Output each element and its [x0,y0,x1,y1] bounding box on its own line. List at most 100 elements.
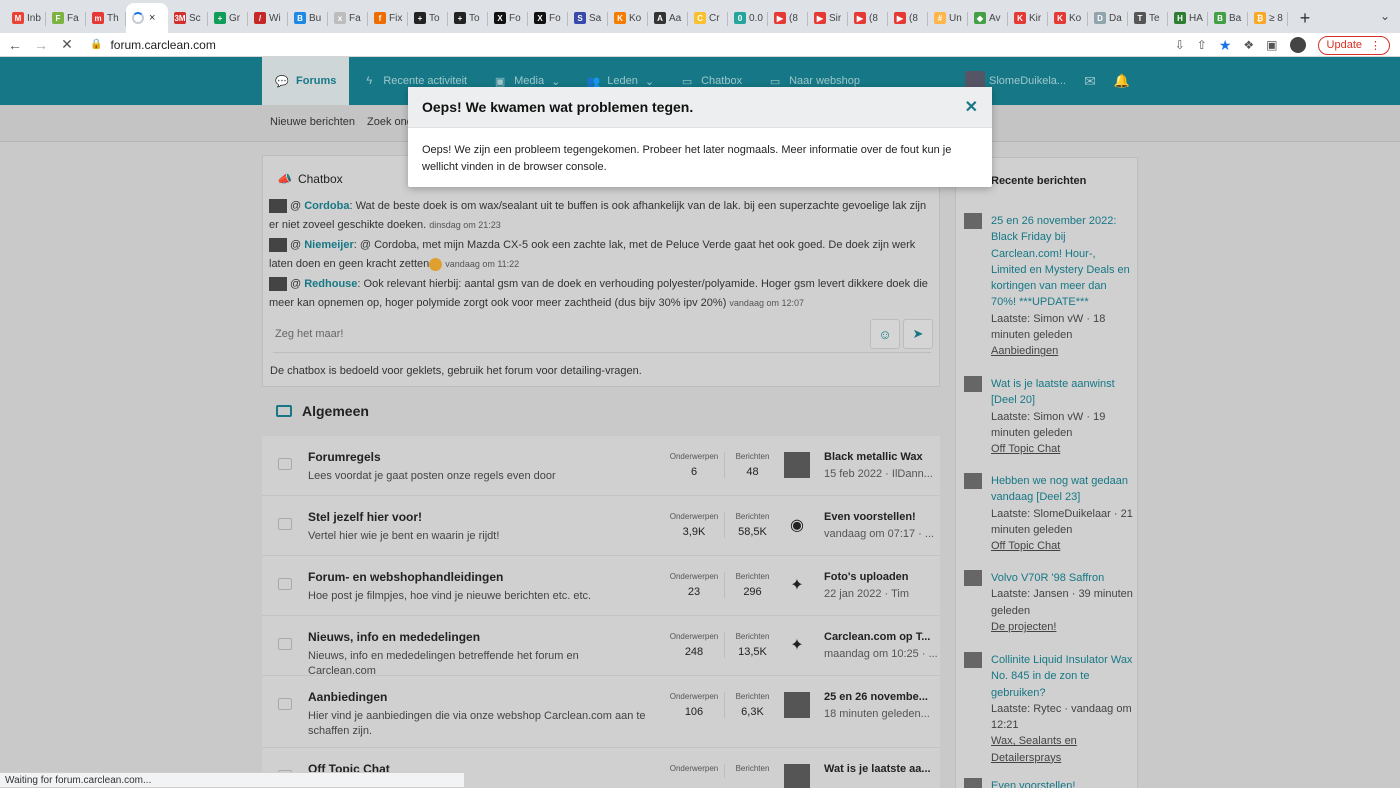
browser-tab[interactable]: M Inb [6,3,46,33]
forum-row[interactable]: Nieuws, info en mededelingen Nieuws, info… [262,616,940,677]
last-post-avatar[interactable] [784,764,810,788]
browser-tab[interactable]: ▶ (8 [848,3,888,33]
chat-username[interactable]: Niemeijer [304,239,354,251]
last-post-avatar[interactable] [784,692,810,718]
last-post-title[interactable]: Even voorstellen! [824,511,916,523]
recent-post-title[interactable]: Volvo V70R '98 Saffron [991,570,1134,586]
browser-tab[interactable]: B Bu [288,3,328,33]
recent-post-title[interactable]: Even voorstellen! [991,778,1134,788]
send-button[interactable]: ➤ [903,319,933,349]
recent-post-forum-link[interactable]: Off Topic Chat [991,538,1134,554]
recent-post-forum-link[interactable]: Aanbiedingen [991,343,1134,359]
address-bar[interactable]: 🔒 forum.carclean.com [90,34,1250,56]
chat-username[interactable]: Cordoba [304,200,349,212]
forum-row[interactable]: Forum- en webshophandleidingen Hoe post j… [262,556,940,616]
nav-forums[interactable]: 💬 Forums [262,57,350,105]
last-post-title[interactable]: Carclean.com op T... [824,631,930,643]
sidepanel-icon[interactable]: ▣ [1266,38,1277,52]
user-avatar[interactable] [964,778,982,788]
browser-tab[interactable]: K Ko [608,3,648,33]
browser-tab[interactable]: ▶ (8 [768,3,808,33]
extensions-icon[interactable]: ❖ [1243,38,1254,52]
forum-title[interactable]: Forum- en webshophandleidingen [308,570,503,584]
favicon-icon: A [654,12,666,24]
browser-tab[interactable]: + To [448,3,488,33]
user-avatar[interactable] [964,652,982,668]
chat-input[interactable]: Zeg het maar! ☺ ➤ [273,319,933,353]
browser-tab[interactable]: K Ko [1048,3,1088,33]
profile-avatar[interactable] [1289,37,1306,53]
user-avatar[interactable] [964,570,982,586]
bookmark-star-icon[interactable]: ★ [1219,37,1232,54]
browser-tab[interactable]: / Wi [248,3,288,33]
emoji-button[interactable]: ☺ [870,319,900,349]
bell-icon[interactable]: 🔔 [1114,73,1130,89]
recent-post-forum-link[interactable]: De projecten! [991,619,1134,635]
browser-tab[interactable]: X Fo [488,3,528,33]
browser-tab[interactable]: A Aa [648,3,688,33]
forum-title[interactable]: Aanbiedingen [308,690,387,704]
recent-post-title[interactable]: 25 en 26 november 2022: Black Friday bij… [991,213,1134,311]
forum-row[interactable]: Forumregels Lees voordat je gaat posten o… [262,436,940,496]
browser-tab[interactable]: X Fo [528,3,568,33]
favicon-icon: m [92,12,104,24]
browser-tab[interactable]: ◆ Av [968,3,1008,33]
browser-tab[interactable]: # Un [928,3,968,33]
back-button[interactable]: ← [4,34,26,56]
browser-tab[interactable]: C Cr [688,3,728,33]
share-icon[interactable]: ⇧ [1197,38,1207,52]
browser-tab[interactable]: 0 0.0 [728,3,768,33]
last-post-title[interactable]: 25 en 26 novembe... [824,691,928,703]
browser-tab[interactable]: × [126,3,168,33]
browser-tab[interactable]: F Fa [46,3,86,33]
recent-post-title[interactable]: Hebben we nog wat gedaan vandaag [Deel 2… [991,473,1134,506]
user-avatar[interactable] [964,473,982,489]
tab-search-icon[interactable]: ⌄ [1380,9,1390,23]
last-post-avatar[interactable]: ◉ [784,512,810,538]
browser-tab[interactable]: H HA [1168,3,1208,33]
last-post-title[interactable]: Black metallic Wax [824,451,923,463]
recent-post-forum-link[interactable]: Off Topic Chat [991,441,1134,457]
browser-tab[interactable]: + Gr [208,3,248,33]
browser-tab[interactable]: m Th [86,3,126,33]
user-avatar[interactable] [964,213,982,229]
browser-tab[interactable]: ▶ Sir [808,3,848,33]
close-icon[interactable]: ✕ [965,97,978,117]
last-post-title[interactable]: Wat is je laatste aa... [824,763,931,775]
forum-title[interactable]: Forumregels [308,450,381,464]
inbox-icon[interactable]: ✉ [1084,73,1096,90]
last-post-avatar[interactable] [784,452,810,478]
install-icon[interactable]: ⇩ [1175,38,1185,52]
browser-tab[interactable]: ▶ (8 [888,3,928,33]
forum-title[interactable]: Stel jezelf hier voor! [308,510,422,524]
browser-tab[interactable]: x Fa [328,3,368,33]
tab-label: Sir [829,12,842,24]
browser-tab[interactable]: f Fix [368,3,408,33]
browser-tab[interactable]: T Te [1128,3,1168,33]
browser-tab[interactable]: B Ba [1208,3,1248,33]
recent-post-forum-link[interactable]: Wax, Sealants en Detailersprays [991,733,1134,766]
update-button[interactable]: Update ⋮ [1317,35,1390,55]
forward-button[interactable]: → [30,34,52,56]
forum-row[interactable]: Stel jezelf hier voor! Vertel hier wie je… [262,496,940,556]
browser-tab[interactable]: D Da [1088,3,1128,33]
recent-post-title[interactable]: Collinite Liquid Insulator Wax No. 845 i… [991,652,1134,701]
last-post-avatar[interactable]: ✦ [784,572,810,598]
last-post-avatar[interactable]: ✦ [784,632,810,658]
new-tab-button[interactable]: + [1292,3,1318,33]
forum-title[interactable]: Nieuws, info en mededelingen [308,630,480,644]
chat-username[interactable]: Redhouse [304,278,357,290]
close-tab-icon[interactable]: × [149,12,155,24]
stop-loading-button[interactable]: ✕ [56,34,78,56]
browser-tab[interactable]: ₿ ≥ 8 [1248,3,1288,33]
browser-tab[interactable]: + To [408,3,448,33]
last-post-title[interactable]: Foto's uploaden [824,571,909,583]
subnav-new-posts[interactable]: Nieuwe berichten [270,116,355,128]
browser-tab[interactable]: S Sa [568,3,608,33]
browser-tab[interactable]: 3M Sc [168,3,208,33]
forum-row[interactable]: Aanbiedingen Hier vind je aanbiedingen di… [262,676,940,748]
section-header[interactable]: Algemeen [276,403,369,419]
user-avatar[interactable] [964,376,982,392]
browser-tab[interactable]: K Kir [1008,3,1048,33]
recent-post-title[interactable]: Wat is je laatste aanwinst [Deel 20] [991,376,1134,409]
